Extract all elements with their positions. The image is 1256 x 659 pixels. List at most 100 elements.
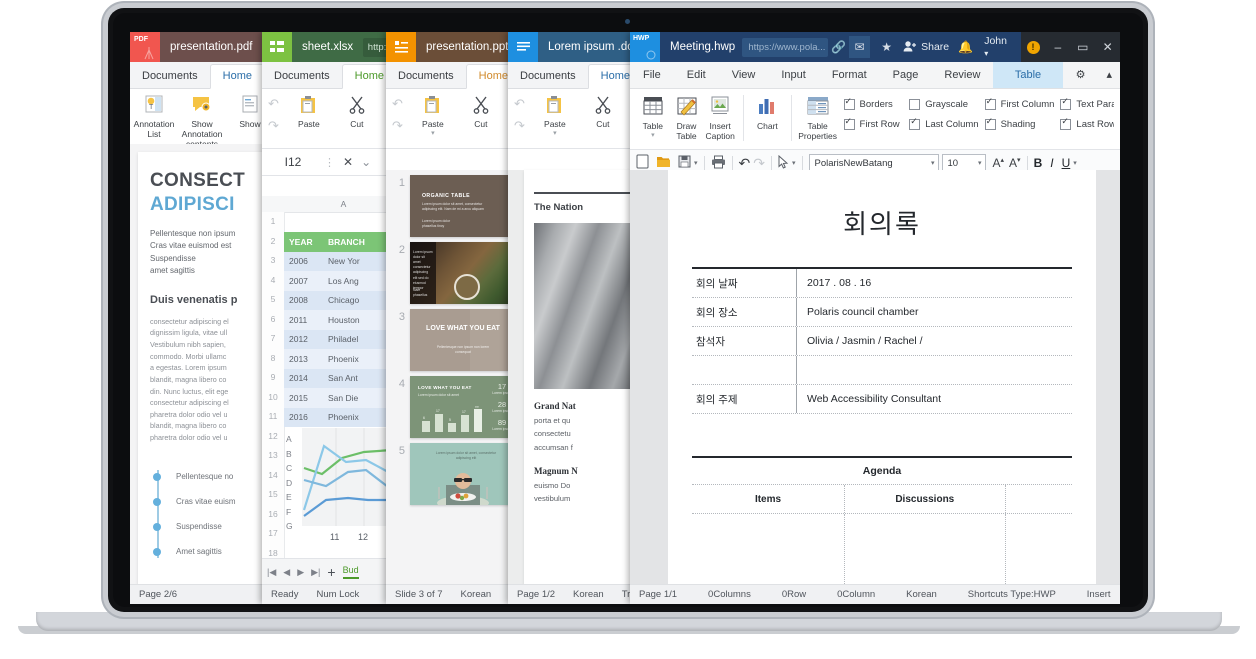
pdf-tabbar[interactable]: Documents Home xyxy=(130,62,282,89)
shrink-font-icon[interactable]: A▾ xyxy=(1009,156,1021,170)
cut-button[interactable]: Cut xyxy=(457,92,505,130)
agenda-body-row[interactable] xyxy=(692,514,1072,585)
ppt-tabbar[interactable]: Documents Home xyxy=(386,62,524,89)
table-row[interactable]: 2016 Phoenix xyxy=(284,407,402,427)
bell-icon[interactable]: 🔔 xyxy=(955,36,976,58)
open-folder-icon[interactable] xyxy=(656,155,671,171)
save-icon[interactable] xyxy=(678,155,691,171)
insert-caption-button[interactable]: Insert Caption xyxy=(703,93,737,142)
menu-review[interactable]: Review xyxy=(931,62,993,88)
redo-icon[interactable]: ↷ xyxy=(268,118,279,134)
table-row[interactable]: 참석자 Olivia / Jasmin / Rachel / xyxy=(692,327,1072,356)
mail-icon[interactable]: ✉ xyxy=(849,36,871,58)
paste-button[interactable]: Paste ▾ xyxy=(409,92,457,138)
share-button[interactable]: Share xyxy=(897,40,955,55)
agenda-cell[interactable] xyxy=(1006,514,1072,585)
show-annotation-button[interactable]: Show Annotation contents xyxy=(178,92,226,149)
table-row[interactable]: 2008 Chicago xyxy=(284,290,402,310)
table-row[interactable]: 2007 Los Ang xyxy=(284,271,402,291)
table-button[interactable]: Table ▾ xyxy=(636,93,670,140)
first-sheet-icon[interactable]: |◀ xyxy=(267,567,276,578)
list-item[interactable]: 5 Lorem ipsum dolor sit amet, consectetu… xyxy=(386,438,524,505)
menu-file[interactable]: File xyxy=(630,62,674,88)
paste-button[interactable]: Paste ▾ xyxy=(531,92,579,138)
print-icon[interactable] xyxy=(711,155,726,172)
close-icon[interactable]: ✕ xyxy=(1095,32,1120,62)
window-presentation[interactable]: presentation.pptx Documents Home ↶ ↷ Pas… xyxy=(386,32,524,604)
italic-button[interactable]: I xyxy=(1045,156,1058,170)
draw-table-button[interactable]: Draw Table xyxy=(670,93,704,142)
checkbox-text-para[interactable]: Text Para xyxy=(1060,96,1114,110)
agenda-cell[interactable] xyxy=(692,514,845,585)
caret-down-icon[interactable]: ▾ xyxy=(431,130,435,138)
menu-input[interactable]: Input xyxy=(768,62,818,88)
list-item[interactable]: 1 ORGANIC TABLE Lorem ipsum dolor sit am… xyxy=(386,170,524,237)
pdf-page-view[interactable]: CONSECT ADIPISCI Pellentesque non ipsum C… xyxy=(130,144,282,585)
doc-page-view[interactable]: The Nation Grand Nat porta et qu consect… xyxy=(508,170,646,585)
doc-tabbar[interactable]: Documents Home xyxy=(508,62,646,89)
sheet-tab-documents[interactable]: Documents xyxy=(262,65,342,88)
more-icon[interactable]: ⋮ xyxy=(324,156,335,169)
alert-icon[interactable]: ! xyxy=(1020,32,1046,62)
pdf-tab-documents[interactable]: Documents xyxy=(130,65,210,88)
star-icon[interactable]: ★ xyxy=(876,36,897,58)
table-row[interactable]: 2011 Houston xyxy=(284,310,402,330)
undo-icon[interactable]: ↶ xyxy=(268,96,279,112)
agenda-cell[interactable] xyxy=(845,514,1006,585)
menu-edit[interactable]: Edit xyxy=(674,62,719,88)
caret-down-icon[interactable]: ▾ xyxy=(1073,159,1077,167)
window-document[interactable]: Lorem ipsum .docx Documents Home ↶ ↷ Pas… xyxy=(508,32,646,604)
table-row[interactable]: 회의 장소 Polaris council chamber xyxy=(692,298,1072,327)
hwp-url-field[interactable]: https://www.pola... xyxy=(742,37,829,57)
undo-icon[interactable]: ↶ xyxy=(739,155,751,172)
slide-thumbnail[interactable]: ORGANIC TABLE Lorem ipsum dolor sit amet… xyxy=(410,175,516,237)
grow-font-icon[interactable]: A▴ xyxy=(993,156,1005,170)
caret-down-icon[interactable]: ▾ xyxy=(694,159,698,167)
redo-icon[interactable]: ↷ xyxy=(392,118,403,134)
prev-sheet-icon[interactable]: ◀ xyxy=(283,567,290,578)
hwp-page-view[interactable]: 회의록 회의 날짜 2017 . 08 . 16 회의 장소 Polaris c… xyxy=(630,170,1120,585)
table-row[interactable]: 2006 New Yor xyxy=(284,251,402,271)
checkbox-first-row[interactable]: First Row xyxy=(843,116,904,130)
cut-button[interactable]: Cut xyxy=(579,92,627,130)
cursor-icon[interactable] xyxy=(778,154,789,172)
spreadsheet-grid[interactable]: A 12 34 56 78 910 1112 1314 1516 1718 19 xyxy=(262,196,402,585)
line-chart[interactable]: 11 12 13 xyxy=(284,428,402,548)
sheet-tabbar[interactable]: Documents Home xyxy=(262,62,402,89)
chart-button[interactable]: Chart xyxy=(750,93,785,132)
redo-icon[interactable]: ↷ xyxy=(514,118,525,134)
table-row[interactable]: 2013 Phoenix xyxy=(284,349,402,369)
caret-down-icon[interactable]: ▾ xyxy=(792,159,796,167)
checkbox-borders[interactable]: Borders xyxy=(843,96,904,110)
add-sheet-button[interactable]: + xyxy=(327,564,335,580)
checkbox-grayscale[interactable]: Grayscale xyxy=(909,99,978,110)
table-properties-button[interactable]: Table Properties xyxy=(798,93,838,142)
pdf-tab-home[interactable]: Home xyxy=(209,64,265,89)
cut-button[interactable]: Cut xyxy=(333,92,381,130)
caret-down-icon[interactable]: ▾ xyxy=(553,130,557,138)
window-hwp[interactable]: HWP Meeting.hwp https://www.pola... 🔗 ✉ … xyxy=(630,32,1120,604)
table-row[interactable]: 2012 Philadel xyxy=(284,329,402,349)
slide-thumbnail-pane[interactable]: 1 ORGANIC TABLE Lorem ipsum dolor sit am… xyxy=(386,170,524,585)
formula-bar[interactable]: I12 ⋮ ✕ ⌄ xyxy=(262,149,402,176)
list-item[interactable]: 3 LOVE WHAT YOU EAT Pellentesque non ips… xyxy=(386,304,524,371)
checkbox-last-column[interactable]: Last Column xyxy=(909,116,979,130)
sheet-tab-strip[interactable]: |◀ ◀ ▶ ▶| + Bud xyxy=(262,558,402,585)
redo-icon[interactable]: ↷ xyxy=(753,155,765,172)
link-icon[interactable]: 🔗 xyxy=(828,36,849,58)
user-menu[interactable]: John ▾ xyxy=(976,35,1020,59)
last-sheet-icon[interactable]: ▶| xyxy=(311,567,320,578)
menu-format[interactable]: Format xyxy=(819,62,880,88)
maximize-icon[interactable]: ▭ xyxy=(1070,32,1096,62)
caret-down-icon[interactable]: ▾ xyxy=(651,132,655,140)
hwp-menubar[interactable]: File Edit View Input Format Page Review … xyxy=(630,62,1120,89)
underline-button[interactable]: U xyxy=(1062,156,1071,170)
name-box[interactable]: I12 xyxy=(270,155,316,169)
slide-thumbnail[interactable]: LOVE WHAT YOU EAT Lorem ipsum dolor sit … xyxy=(410,376,516,438)
table-row[interactable]: 회의 날짜 2017 . 08 . 16 xyxy=(692,269,1072,298)
annotation-list-button[interactable]: T Annotation List xyxy=(130,92,178,140)
column-header-a[interactable]: A xyxy=(285,199,402,209)
table-row[interactable]: 2015 San Die xyxy=(284,388,402,408)
slide-thumbnail[interactable]: LOVE WHAT YOU EAT Pellentesque non ipsum… xyxy=(410,309,516,371)
undo-icon[interactable]: ↶ xyxy=(514,96,525,112)
